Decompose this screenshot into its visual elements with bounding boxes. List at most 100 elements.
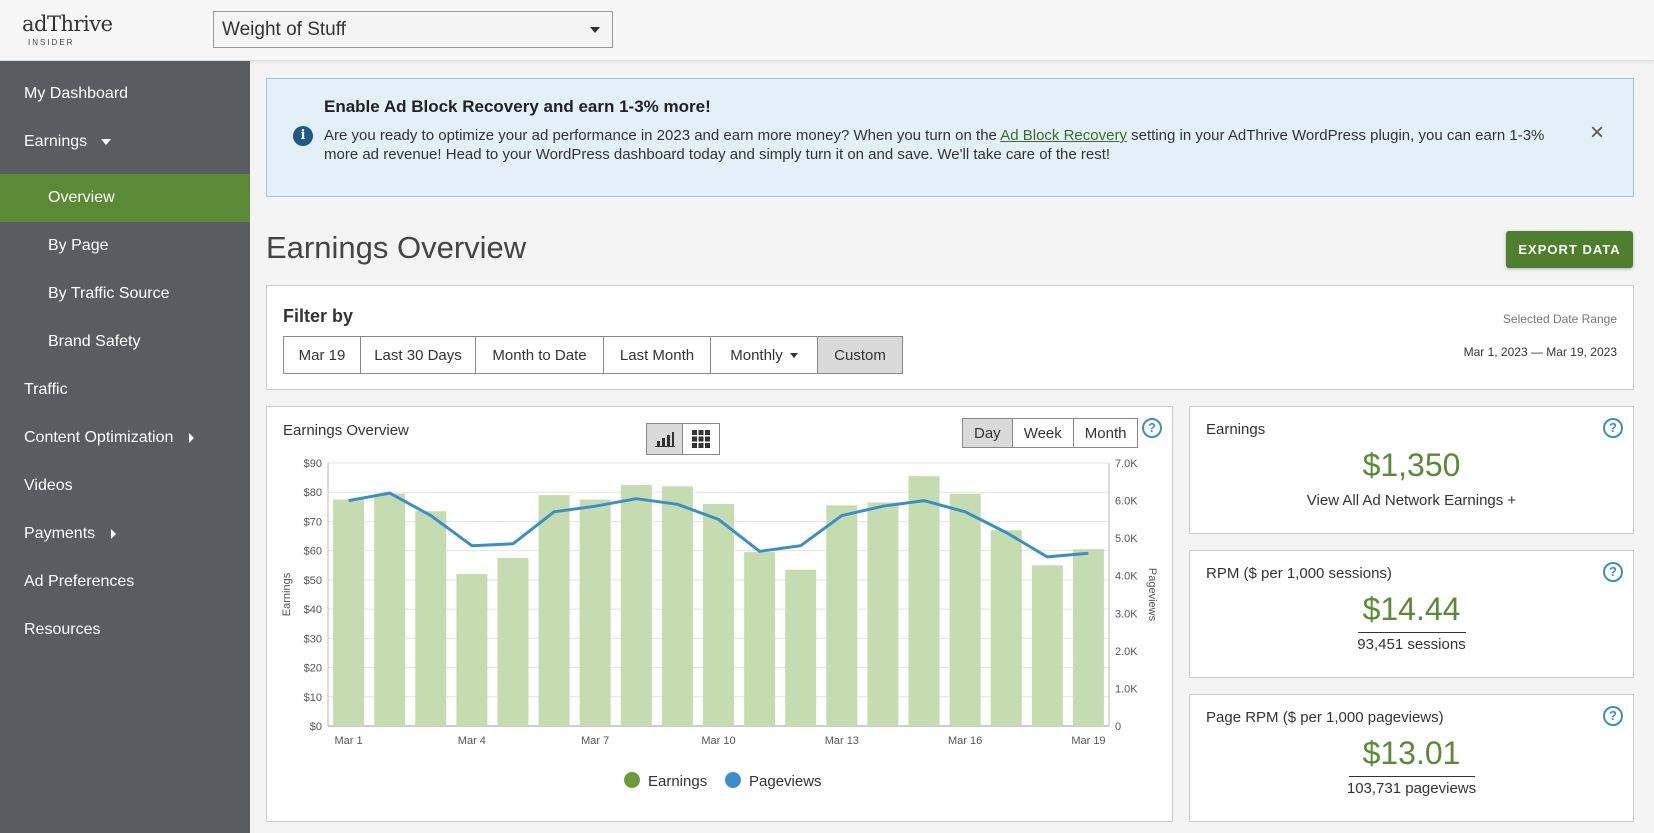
help-icon[interactable]: ? — [1603, 418, 1623, 438]
help-icon[interactable]: ? — [1603, 706, 1623, 726]
sidebar-item-brand-safety[interactable]: Brand Safety — [0, 318, 250, 366]
sidebar-item-resources[interactable]: Resources — [0, 606, 250, 654]
sidebar-item-label: Traffic — [24, 381, 68, 398]
sidebar-item-label: By Page — [48, 237, 109, 254]
sidebar-item-label: Overview — [48, 189, 115, 206]
filter-button-label: Month to Date — [492, 346, 587, 364]
sidebar-item-by-traffic-source[interactable]: By Traffic Source — [0, 270, 250, 318]
sidebar-item-label: Brand Safety — [48, 333, 141, 350]
sidebar-item-by-page[interactable]: By Page — [0, 222, 250, 270]
x-tick-label: Mar 10 — [701, 735, 735, 747]
export-data-button[interactable]: EXPORT DATA — [1506, 231, 1633, 268]
sidebar-item-label: Payments — [24, 525, 96, 542]
bar-earnings — [1072, 549, 1104, 726]
bar-earnings — [826, 505, 858, 726]
site-select[interactable]: Weight of Stuff — [213, 11, 613, 48]
divider — [1358, 632, 1466, 633]
earnings-stat-card: Earnings ? $1,350 View All Ad Network Ea… — [1189, 406, 1634, 534]
sidebar-item-label: Videos — [24, 477, 73, 494]
caret-right-icon — [189, 433, 195, 443]
filter-button-label: Last Month — [619, 346, 695, 364]
bar-earnings — [333, 499, 365, 726]
page-rpm-stat-card: Page RPM ($ per 1,000 pageviews) ? $13.0… — [1189, 694, 1634, 822]
y-right-tick-label: 2.0K — [1115, 646, 1138, 658]
bar-earnings — [620, 484, 652, 726]
sidebar-item-payments[interactable]: Payments — [0, 510, 250, 558]
sidebar-item-videos[interactable]: Videos — [0, 462, 250, 510]
sidebar-item-my-dashboard[interactable]: My Dashboard — [0, 70, 250, 118]
divider — [1349, 776, 1475, 777]
y-right-axis-label: Pageviews — [1146, 568, 1158, 622]
filter-title: Filter by — [283, 306, 354, 326]
bar-earnings — [579, 499, 611, 726]
filter-button-label: Last 30 Days — [374, 346, 462, 364]
filter-button-label: Mar 19 — [298, 346, 346, 364]
page-rpm-value: $13.01 — [1362, 735, 1461, 771]
filter-last-month-button[interactable]: Last Month — [604, 336, 711, 374]
adthrive-logo[interactable]: adThrive INSIDER — [22, 12, 113, 48]
sidebar-item-traffic[interactable]: Traffic — [0, 366, 250, 414]
bar-earnings — [785, 569, 817, 726]
ad-block-recovery-link[interactable]: Ad Block Recovery — [1000, 127, 1127, 144]
sidebar-item-label: By Traffic Source — [48, 285, 170, 302]
filter-button-group: Mar 19 Last 30 Days Month to Date Last M… — [283, 336, 903, 374]
filter-last-30-days-button[interactable]: Last 30 Days — [361, 336, 476, 374]
sidebar-item-content-optimization[interactable]: Content Optimization — [0, 414, 250, 462]
y-left-tick-label: $30 — [304, 633, 322, 645]
sidebar-item-ad-preferences[interactable]: Ad Preferences — [0, 558, 250, 606]
info-icon: i — [293, 126, 313, 146]
x-tick-label: Mar 4 — [458, 735, 486, 747]
legend-label: Pageviews — [749, 773, 822, 790]
pageviews-count: 103,731 pageviews — [1346, 780, 1477, 797]
y-right-tick-label: 3.0K — [1115, 608, 1138, 620]
banner-title: Enable Ad Block Recovery and earn 1-3% m… — [324, 97, 711, 116]
bar-earnings — [744, 552, 776, 726]
help-icon[interactable]: ? — [1603, 562, 1623, 582]
earnings-value: $1,350 — [1362, 447, 1461, 483]
filter-monthly-dropdown[interactable]: Monthly — [711, 336, 818, 374]
chevron-down-icon — [590, 27, 600, 33]
sidebar-item-label: Resources — [24, 621, 101, 638]
sidebar: My Dashboard Earnings Overview By Page B… — [0, 61, 250, 833]
view-all-ad-network-earnings-link[interactable]: View All Ad Network Earnings + — [1190, 492, 1633, 509]
x-tick-label: Mar 13 — [825, 735, 859, 747]
bar-earnings — [538, 495, 570, 726]
filter-button-label: Monthly — [730, 346, 783, 364]
x-tick-label: Mar 1 — [334, 735, 362, 747]
x-tick-label: Mar 16 — [948, 735, 982, 747]
rpm-stat-card: RPM ($ per 1,000 sessions) ? $14.44 93,4… — [1189, 550, 1634, 678]
bar-earnings — [661, 486, 693, 726]
date-range-label: Selected Date Range — [1502, 312, 1617, 326]
bar-earnings — [497, 557, 529, 726]
y-left-tick-label: $50 — [304, 575, 322, 587]
y-left-axis-label: Earnings — [281, 572, 293, 616]
y-right-tick-label: 1.0K — [1115, 683, 1138, 695]
sidebar-item-label: Earnings — [24, 133, 88, 150]
x-tick-label: Mar 7 — [581, 735, 609, 747]
banner-text: Are you ready to optimize your ad perfor… — [324, 126, 1574, 164]
filter-mar-19-button[interactable]: Mar 19 — [283, 336, 361, 374]
sidebar-item-overview[interactable]: Overview — [0, 174, 250, 222]
rpm-value: $14.44 — [1362, 591, 1461, 627]
y-left-tick-label: $40 — [304, 604, 322, 616]
y-left-tick-label: $10 — [304, 692, 322, 704]
filter-month-to-date-button[interactable]: Month to Date — [476, 336, 604, 374]
y-right-tick-label: 0 — [1115, 721, 1121, 733]
close-icon[interactable]: × — [1587, 121, 1607, 145]
ad-block-recovery-banner: i Enable Ad Block Recovery and earn 1-3%… — [266, 78, 1634, 197]
y-left-tick-label: $90 — [304, 458, 322, 470]
page-title: Earnings Overview — [266, 230, 527, 265]
stat-label: RPM ($ per 1,000 sessions) — [1206, 565, 1392, 582]
legend-label: Earnings — [648, 773, 707, 790]
sidebar-item-earnings[interactable]: Earnings — [0, 118, 250, 166]
bar-earnings — [867, 502, 899, 726]
earnings-chart-panel: Earnings Overview Day Week Month ? $0 $10… — [266, 406, 1173, 822]
stat-label: Earnings — [1206, 421, 1266, 438]
filter-custom-button[interactable]: Custom — [818, 336, 903, 374]
bar-earnings — [456, 574, 488, 726]
logo-subtitle: INSIDER — [28, 38, 75, 47]
caret-right-icon — [111, 529, 117, 539]
y-left-tick-label: $0 — [310, 721, 322, 733]
caret-down-icon — [789, 352, 798, 358]
sidebar-item-label: My Dashboard — [24, 85, 129, 102]
